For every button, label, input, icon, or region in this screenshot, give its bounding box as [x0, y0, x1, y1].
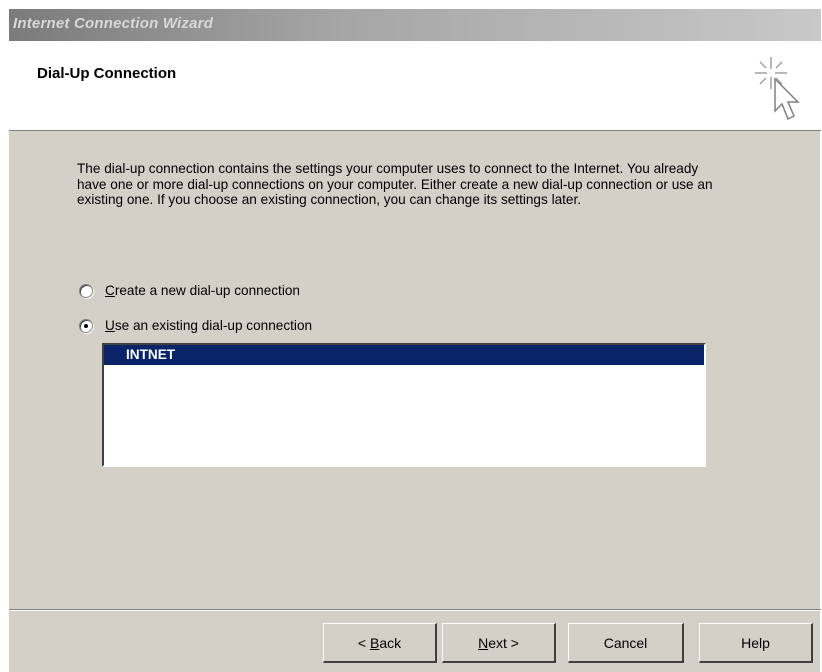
- back-button-rest: ack: [379, 634, 402, 651]
- help-button-label: Help: [741, 634, 770, 651]
- help-button[interactable]: Help: [699, 623, 813, 663]
- back-button-mnemonic: B: [369, 634, 380, 651]
- window-title: Internet Connection Wizard: [13, 15, 214, 32]
- description-text: The dial-up connection contains the sett…: [77, 161, 713, 207]
- create-new-connection-option[interactable]: Create a new dial-up connection: [79, 283, 300, 298]
- next-button[interactable]: Next >: [442, 623, 556, 663]
- wizard-header: Dial-Up Connection: [9, 41, 821, 131]
- page-title: Dial-Up Connection: [37, 65, 177, 82]
- connections-listbox[interactable]: INTNET: [102, 343, 706, 467]
- create-new-connection-label: Create a new dial-up connection: [105, 283, 300, 298]
- radio-button-checked[interactable]: [79, 318, 93, 333]
- title-bar[interactable]: Internet Connection Wizard: [9, 9, 821, 41]
- use-existing-connection-option[interactable]: Use an existing dial-up connection: [79, 318, 312, 333]
- footer-divider-highlight: [9, 610, 821, 611]
- next-button-mnemonic: N: [478, 634, 489, 651]
- wizard-window: Internet Connection Wizard Dial-Up Conne…: [8, 8, 821, 672]
- wizard-sparkle-cursor-icon: [755, 57, 800, 121]
- back-button-prefix: <: [357, 634, 370, 651]
- cancel-button[interactable]: Cancel: [568, 623, 684, 663]
- radio-button-unchecked[interactable]: [79, 283, 93, 298]
- cancel-button-label: Cancel: [603, 634, 648, 651]
- use-existing-connection-label: Use an existing dial-up connection: [105, 318, 313, 333]
- next-button-rest: ext >: [488, 634, 519, 651]
- back-button[interactable]: < Back: [323, 623, 437, 663]
- connection-item-intnet[interactable]: INTNET: [104, 345, 704, 365]
